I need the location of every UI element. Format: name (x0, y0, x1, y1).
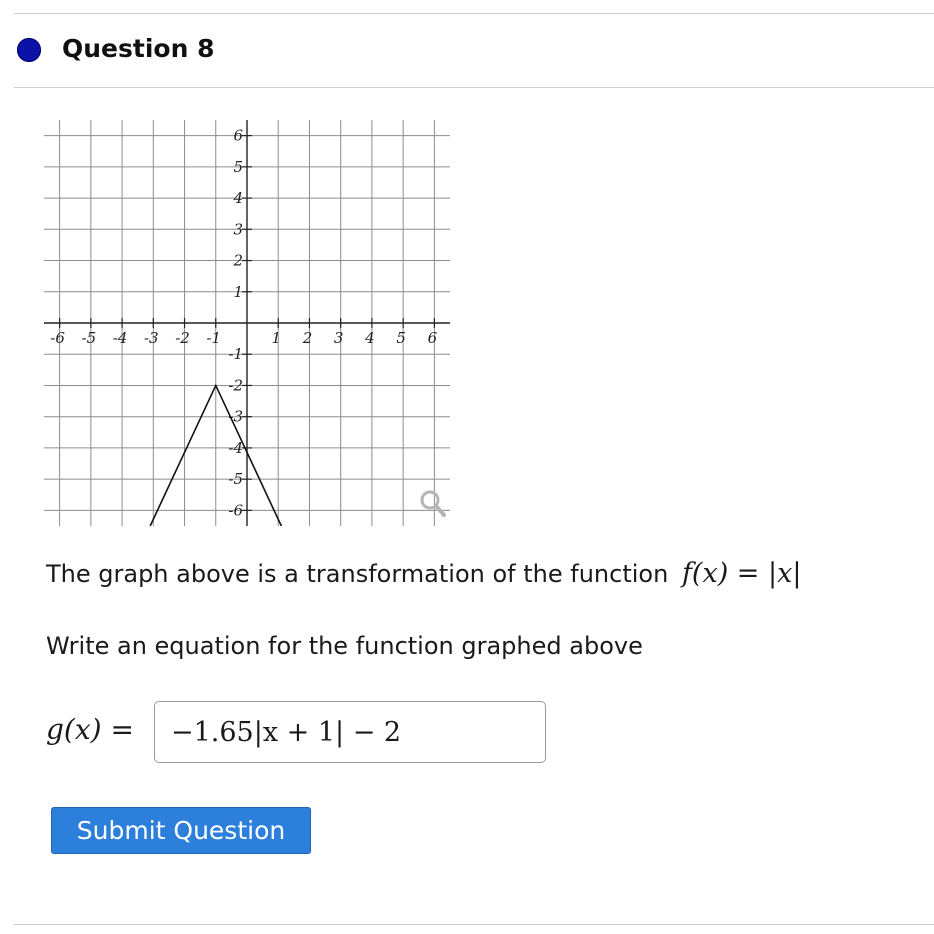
y-tick-label: 5 (233, 158, 243, 176)
y-tick-label: -2 (228, 376, 243, 394)
header-divider (14, 87, 934, 88)
y-tick-label: -4 (228, 439, 243, 457)
x-tick-label: 1 (271, 329, 281, 347)
x-tick-label: 4 (364, 329, 375, 347)
prompt-text: The graph above is a transformation of t… (46, 560, 669, 588)
y-tick-label: 6 (233, 127, 243, 145)
x-tick-label: -2 (175, 329, 190, 347)
graph-canvas: -6 -5 -4 -3 -2 -1 1 2 3 4 5 6654321-1-2-3-4-5-6 (44, 120, 450, 526)
bottom-divider (14, 924, 934, 925)
x-tick-label: -5 (82, 329, 97, 347)
x-tick-label: 2 (302, 329, 313, 347)
x-tick-label: 5 (396, 329, 406, 347)
x-tick-label: -3 (144, 329, 159, 347)
y-tick-label: 4 (232, 189, 243, 207)
top-divider (14, 13, 934, 14)
y-tick-label: 1 (233, 283, 243, 301)
y-tick-label: -6 (228, 501, 243, 519)
x-tick-label: -1 (206, 329, 221, 347)
y-tick-label: 3 (233, 220, 243, 238)
y-tick-label: -1 (228, 345, 243, 363)
submit-question-button[interactable]: Submit Question (51, 807, 311, 854)
x-tick-label: -4 (113, 329, 128, 347)
answer-input[interactable]: −1.65|x + 1| − 2 (154, 701, 546, 763)
x-tick-label: -6 (50, 329, 65, 347)
y-tick-label: 2 (232, 252, 243, 270)
graph: -6 -5 -4 -3 -2 -1 1 2 3 4 5 6 6 5 4 3 2 1 -1 -2 -3 -4 -5 -6 (44, 120, 450, 526)
parent-function: f(x) = |x| (681, 558, 802, 589)
question-title: Question 8 (62, 34, 215, 63)
x-tick-label: 3 (334, 329, 344, 347)
answer-label: g(x) = (46, 713, 134, 746)
y-tick-label: -5 (228, 470, 243, 488)
x-tick-label: 6 (428, 329, 438, 347)
magnifier-icon[interactable] (420, 490, 446, 517)
prompt-line-1: The graph above is a transformation of t… (46, 558, 801, 589)
question-status-dot (17, 38, 41, 62)
prompt-line-2: Write an equation for the function graph… (46, 632, 643, 660)
answer-value: −1.65|x + 1| − 2 (171, 716, 402, 748)
